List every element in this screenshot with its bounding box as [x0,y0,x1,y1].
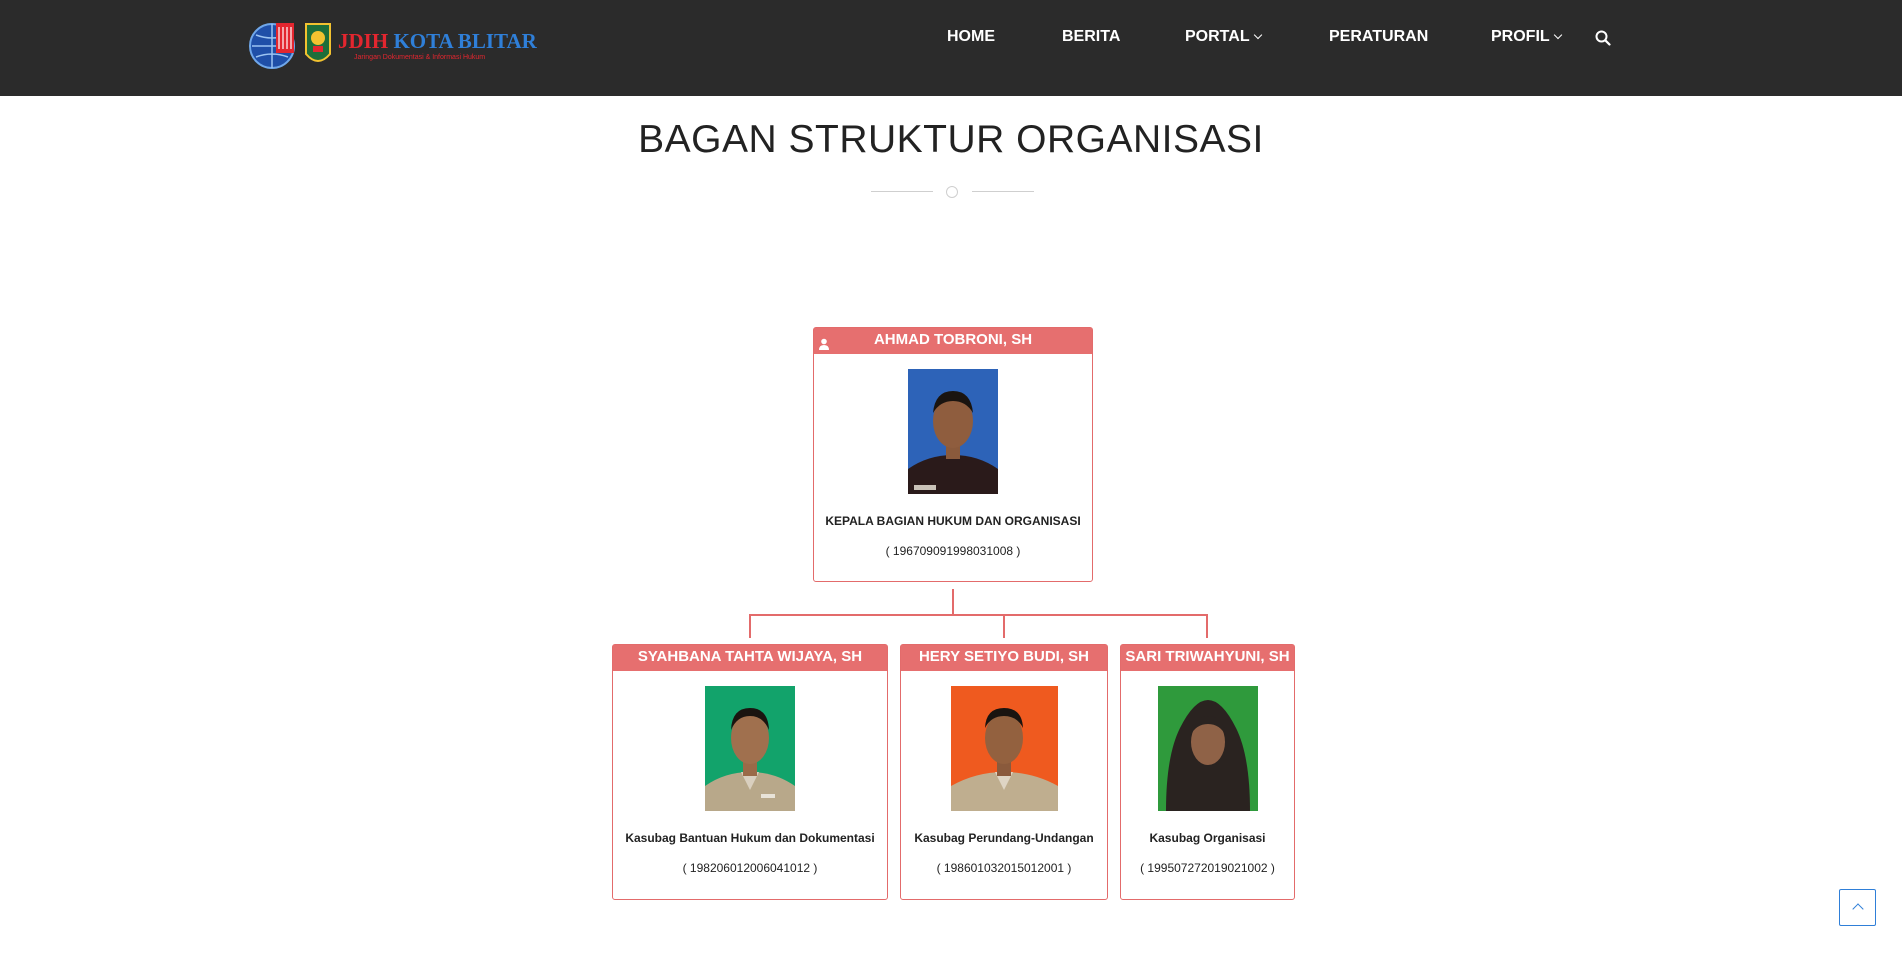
org-card-head: AHMAD TOBRONI, SH KEPALA BAGIAN HUKUM DA… [813,327,1093,582]
person-photo [1158,686,1258,811]
person-nip: ( 199507272019021002 ) [1140,861,1275,875]
person-position: Kasubag Perundang-Undangan [914,831,1094,845]
nav-home[interactable]: HOME [947,28,995,46]
org-connector [1206,614,1208,638]
back-to-top-button[interactable] [1839,889,1876,926]
org-connector [749,614,1208,616]
user-icon [818,334,830,350]
person-photo [951,686,1058,811]
org-connector [952,589,954,615]
logo-subtitle: Jaringan Dokumentasi & Informasi Hukum [354,53,486,61]
search-icon[interactable] [1595,30,1611,46]
person-nip: ( 198601032015012001 ) [936,861,1072,875]
person-name: SYAHBANA TAHTA WIJAYA, SH [637,648,863,665]
org-card-member: HERY SETIYO BUDI, SH Kasubag Perundang-U… [900,644,1108,900]
org-card-header: HERY SETIYO BUDI, SH [901,645,1107,671]
person-name: SARI TRIWAHYUNI, SH [1125,648,1290,665]
org-card-member: SYAHBANA TAHTA WIJAYA, SH Kasubag Bantua… [612,644,888,900]
person-photo [705,686,795,811]
person-nip: ( 198206012006041012 ) [682,861,818,875]
chevron-down-icon [1553,30,1562,40]
globe-logo-icon [246,19,298,71]
person-photo [908,369,998,494]
org-card-header: SYAHBANA TAHTA WIJAYA, SH [613,645,887,671]
org-card-header: SARI TRIWAHYUNI, SH [1121,645,1294,671]
person-position: KEPALA BAGIAN HUKUM DAN ORGANISASI [825,514,1081,528]
chevron-up-icon [1852,903,1864,915]
circle-icon [946,186,958,198]
city-seal-icon [302,20,334,70]
person-name: HERY SETIYO BUDI, SH [918,648,1090,665]
chevron-down-icon [1253,30,1262,40]
person-position: Kasubag Bantuan Hukum dan Dokumentasi [625,831,875,845]
page-title: BAGAN STRUKTUR ORGANISASI [638,118,1264,161]
logo-title: JDIH KOTA BLITAR [338,28,537,53]
nav-berita[interactable]: BERITA [1062,28,1120,46]
top-navbar: JDIH KOTA BLITAR Jaringan Dokumentasi & … [0,0,1902,96]
nav-portal[interactable]: PORTAL [1185,28,1262,46]
nav-peraturan[interactable]: PERATURAN [1329,28,1428,46]
org-card-member: SARI TRIWAHYUNI, SH Kasubag Organisasi (… [1120,644,1295,900]
site-logo[interactable]: JDIH KOTA BLITAR Jaringan Dokumentasi & … [246,18,537,72]
title-divider [871,186,1034,198]
nav-profil[interactable]: PROFIL [1491,28,1562,46]
logo-text: JDIH KOTA BLITAR Jaringan Dokumentasi & … [338,30,537,61]
org-connector [749,614,751,638]
person-position: Kasubag Organisasi [1149,831,1266,845]
org-connector [1003,614,1005,638]
person-nip: ( 196709091998031008 ) [885,544,1021,558]
org-card-header: AHMAD TOBRONI, SH [814,328,1092,354]
person-name: AHMAD TOBRONI, SH [873,331,1033,348]
